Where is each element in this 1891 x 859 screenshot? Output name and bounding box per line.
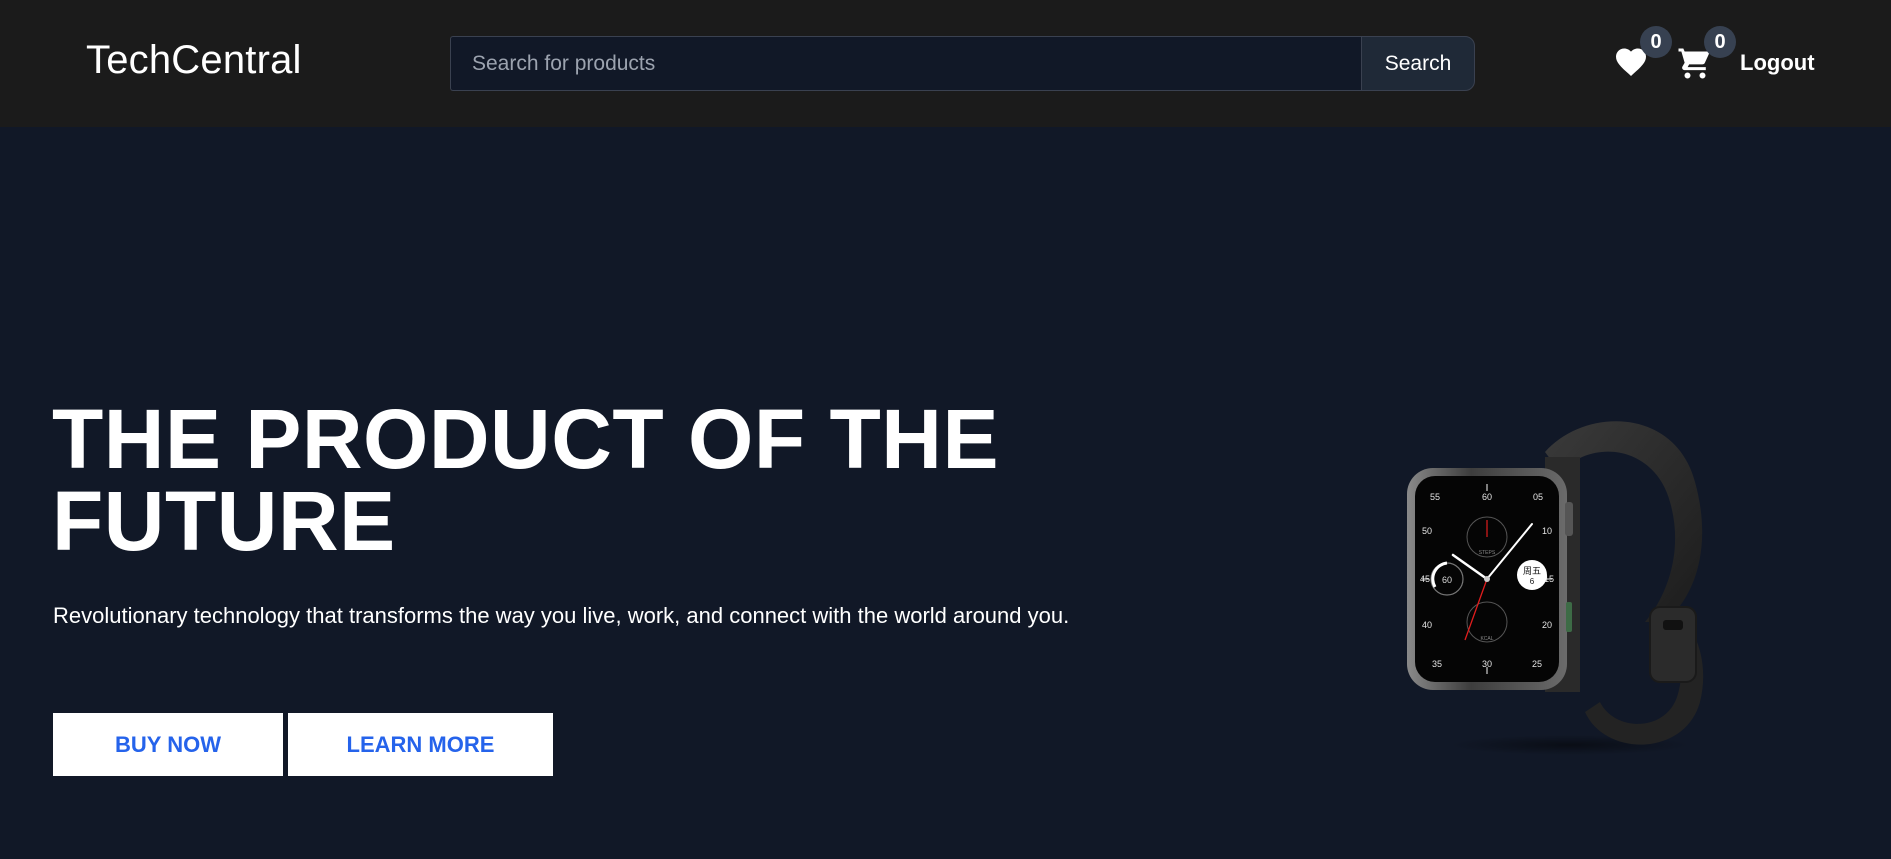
svg-text:STEPS: STEPS [1479, 550, 1496, 556]
svg-text:50: 50 [1422, 526, 1432, 536]
svg-text:60: 60 [1482, 492, 1492, 502]
svg-text:30: 30 [1482, 659, 1492, 669]
logout-link[interactable]: Logout [1740, 50, 1815, 76]
svg-text:45: 45 [1420, 574, 1430, 584]
hero-subtitle: Revolutionary technology that transforms… [53, 603, 1070, 628]
svg-text:10: 10 [1542, 526, 1552, 536]
svg-text:05: 05 [1533, 492, 1543, 502]
buy-now-button[interactable]: BUY NOW [53, 713, 283, 776]
search-button[interactable]: Search [1361, 36, 1475, 91]
search-input[interactable] [450, 36, 1361, 91]
svg-text:60: 60 [1442, 575, 1452, 585]
wishlist-button[interactable]: 0 [1612, 26, 1672, 80]
cart-count-badge: 0 [1704, 26, 1736, 58]
navbar: TechCentral Search 0 0 Logout [0, 0, 1891, 127]
svg-text:55: 55 [1430, 492, 1440, 502]
wishlist-count-badge: 0 [1640, 26, 1672, 58]
smartwatch-image: 55 60 05 50 10 45 15 40 20 35 30 25 60 S… [1407, 421, 1704, 755]
svg-text:25: 25 [1532, 659, 1542, 669]
svg-text:KCAL: KCAL [1480, 636, 1493, 642]
hero-title: THE PRODUCT OF THE FUTURE [52, 392, 999, 568]
svg-text:35: 35 [1432, 659, 1442, 669]
svg-text:6: 6 [1530, 577, 1535, 586]
learn-more-button[interactable]: LEARN MORE [288, 713, 553, 776]
search-bar: Search [450, 36, 1475, 91]
svg-text:20: 20 [1542, 620, 1552, 630]
svg-text:40: 40 [1422, 620, 1432, 630]
svg-text:周五: 周五 [1523, 566, 1541, 577]
cart-button[interactable]: 0 [1676, 26, 1736, 80]
brand-logo[interactable]: TechCentral [86, 38, 302, 83]
